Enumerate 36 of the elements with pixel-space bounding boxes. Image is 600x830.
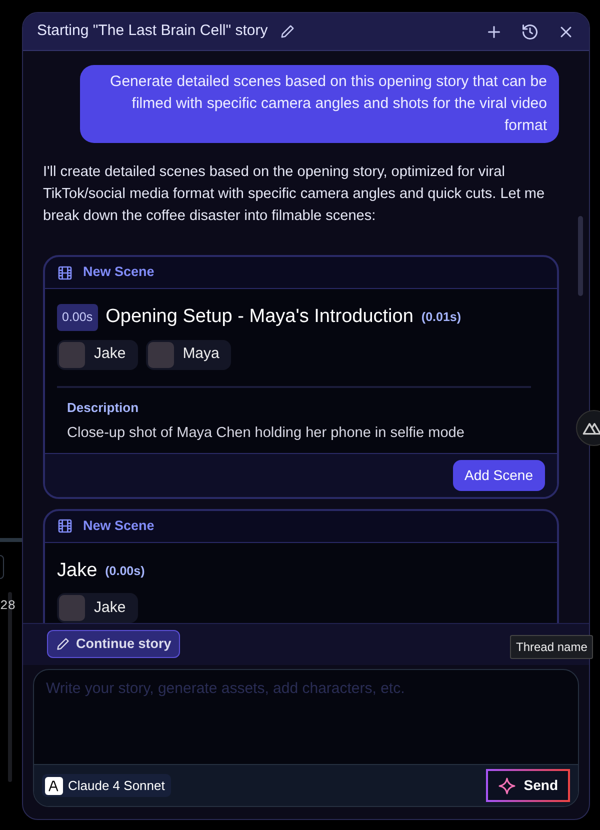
character-name: Jake bbox=[94, 344, 126, 364]
avatar-placeholder bbox=[148, 342, 174, 368]
sparkle-icon bbox=[498, 776, 516, 794]
avatar-placeholder bbox=[59, 342, 85, 368]
model-logo-icon bbox=[47, 778, 61, 792]
user-message: Generate detailed scenes based on this opening story that can be filmed with specific camera angles and shots for the viral video format bbox=[80, 65, 559, 143]
scene-label: New Scene bbox=[83, 517, 154, 536]
history-icon[interactable] bbox=[521, 22, 539, 40]
composer-box[interactable]: Write your story, generate assets, add characters, etc. Claude 4 Sonnet Send bbox=[33, 669, 579, 807]
scene-duration: (0.01s) bbox=[421, 308, 462, 326]
time-badge: 0.00s bbox=[57, 304, 98, 331]
add-scene-button[interactable]: Add Scene bbox=[452, 460, 545, 491]
continue-story-button[interactable]: Continue story bbox=[47, 630, 180, 658]
pencil-icon bbox=[56, 637, 70, 651]
message-input[interactable]: Write your story, generate assets, add characters, etc. bbox=[34, 670, 578, 764]
description-text: Close-up shot of Maya Chen holding her phone in selfie mode bbox=[67, 424, 466, 443]
character-chip[interactable]: Maya bbox=[146, 340, 232, 370]
film-icon bbox=[57, 518, 73, 534]
assistant-message: I'll create detailed scenes based on the opening story, optimized for viral TikTok/social media format with specific camera angles and quick cuts. Let me break down the coffee disaster into filmable scenes: bbox=[43, 163, 546, 226]
character-chip[interactable]: Jake bbox=[57, 593, 138, 623]
pencil-icon[interactable] bbox=[280, 24, 295, 39]
character-chip[interactable]: Jake bbox=[57, 340, 138, 370]
model-selector[interactable]: Claude 4 Sonnet bbox=[42, 774, 171, 798]
avatar-placeholder bbox=[59, 595, 85, 622]
scene-title: Jake bbox=[57, 558, 98, 583]
scene-duration: (0.00s) bbox=[105, 562, 145, 580]
description-label: Description bbox=[67, 398, 140, 417]
tooltip: Thread name bbox=[510, 635, 594, 659]
scene-title: Opening Setup - Maya's Introduction bbox=[106, 305, 414, 329]
send-button[interactable]: Send bbox=[486, 769, 570, 802]
line-number: 28 bbox=[0, 597, 16, 615]
scene-label: New Scene bbox=[83, 263, 154, 282]
character-name: Jake bbox=[94, 598, 126, 618]
thread-title: Starting "The Last Brain Cell" story bbox=[37, 21, 268, 42]
character-name: Maya bbox=[182, 344, 220, 364]
film-icon bbox=[57, 264, 73, 280]
